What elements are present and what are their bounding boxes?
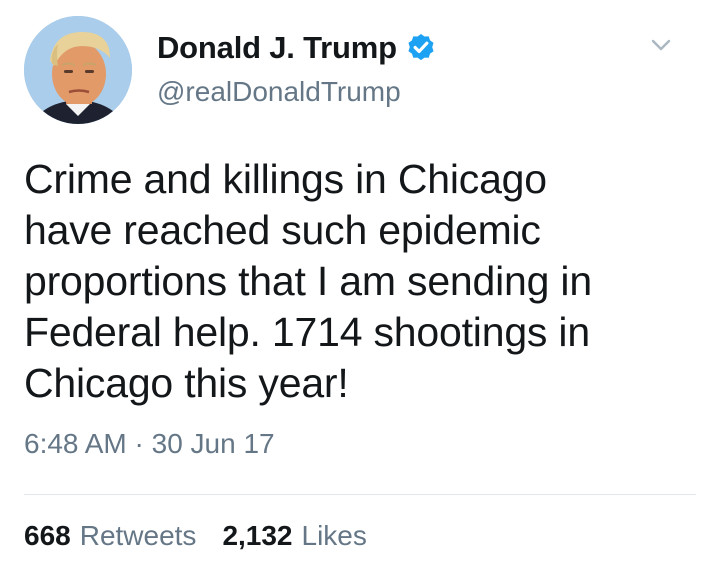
tweet-timestamp[interactable]: 6:48 AM · 30 Jun 17: [24, 428, 275, 460]
display-name[interactable]: Donald J. Trump: [157, 30, 397, 66]
avatar[interactable]: [24, 16, 132, 124]
retweets-count: 668: [24, 520, 71, 551]
avatar-image: [24, 16, 132, 124]
engagement-stats: 668 Retweets 2,132 Likes: [24, 520, 367, 552]
retweets-stat[interactable]: 668 Retweets: [24, 520, 196, 552]
tweet-text: Crime and killings in Chicago have reach…: [24, 156, 592, 406]
retweets-label: Retweets: [79, 520, 197, 551]
tweet-card: Donald J. Trump @realDonaldTrump Crime a…: [0, 0, 720, 579]
tweet-time: 6:48 AM: [24, 428, 127, 459]
likes-count: 2,132: [222, 520, 293, 551]
verified-badge-icon: [405, 32, 437, 64]
meta-separator: ·: [134, 428, 144, 459]
user-handle[interactable]: @realDonaldTrump: [157, 76, 401, 108]
likes-stat[interactable]: 2,132 Likes: [222, 520, 366, 552]
chevron-down-icon[interactable]: [648, 32, 674, 58]
author-name-row[interactable]: Donald J. Trump: [157, 28, 437, 68]
likes-label: Likes: [301, 520, 367, 551]
tweet-date: 30 Jun 17: [151, 428, 275, 459]
divider: [24, 494, 696, 495]
